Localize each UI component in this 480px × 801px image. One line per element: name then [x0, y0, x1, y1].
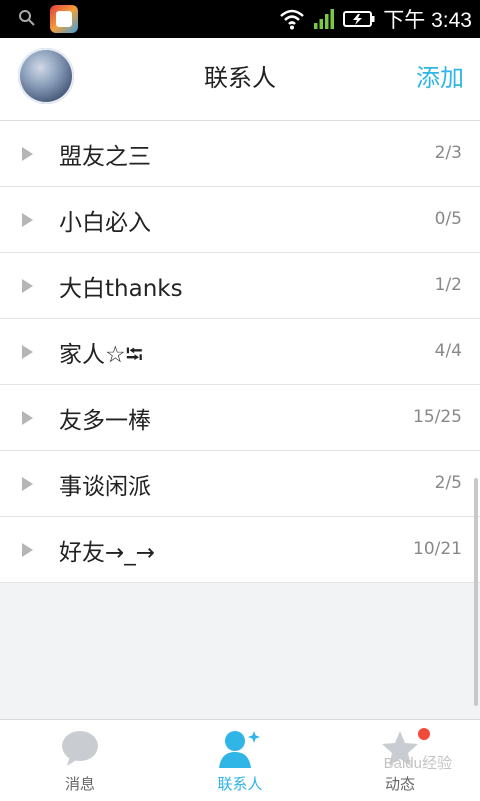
expand-arrow-icon [22, 345, 33, 359]
watermark: Baidu经验 [383, 755, 452, 772]
tab-label: 消息 [64, 775, 95, 793]
chat-bubble-icon [62, 731, 98, 766]
group-name: 家人☆⭾ [59, 342, 143, 368]
group-count: 10/21 [413, 539, 462, 559]
group-count: 2/5 [434, 473, 462, 493]
expand-arrow-icon [22, 279, 33, 293]
tab-label: 动态 [384, 775, 415, 793]
status-time: 下午 3:43 [383, 9, 472, 32]
expand-arrow-icon [22, 543, 33, 557]
group-name: 好友→_→ [59, 540, 156, 566]
group-name: 盟友之三 [59, 144, 151, 170]
expand-arrow-icon [22, 147, 33, 161]
group-count: 2/3 [434, 143, 462, 163]
group-name: 事谈闲派 [59, 474, 151, 500]
group-row[interactable]: 小白必入 0/5 [0, 187, 480, 253]
expand-arrow-icon [22, 477, 33, 491]
battery-icon [343, 11, 375, 27]
group-row[interactable]: 事谈闲派 2/5 [0, 451, 480, 517]
tab-label: 联系人 [217, 775, 263, 793]
page-title: 联系人 [204, 64, 276, 92]
wifi-icon [280, 9, 305, 30]
group-row[interactable]: 友多一棒 15/25 [0, 385, 480, 451]
group-name: 小白必入 [59, 210, 151, 236]
expand-arrow-icon [22, 213, 33, 227]
group-row[interactable]: 好友→_→ 10/21 [0, 517, 480, 583]
group-count: 4/4 [434, 341, 462, 361]
group-name: 友多一棒 [59, 408, 151, 434]
app-notification-icon [50, 5, 78, 33]
search-icon [19, 10, 35, 26]
group-row[interactable]: 盟友之三 2/3 [0, 121, 480, 187]
scrollbar[interactable] [474, 478, 478, 706]
group-name: 大白thanks [59, 276, 183, 302]
expand-arrow-icon [22, 411, 33, 425]
group-row[interactable]: 家人☆⭾ 4/4 [0, 319, 480, 385]
header: 联系人 添加 [0, 38, 480, 121]
group-count: 15/25 [413, 407, 462, 427]
tab-messages[interactable]: 消息 [0, 720, 160, 801]
add-button[interactable]: 添加 [416, 58, 464, 93]
signal-icon [314, 9, 335, 29]
group-list: 盟友之三 2/3 小白必入 0/5 大白thanks 1/2 家人☆⭾ 4/4 … [0, 121, 480, 583]
group-row[interactable]: 大白thanks 1/2 [0, 253, 480, 319]
status-bar: 下午 3:43 [0, 0, 480, 38]
group-count: 1/2 [434, 275, 462, 295]
contacts-icon [219, 731, 260, 768]
group-count: 0/5 [434, 209, 462, 229]
notification-badge [418, 728, 430, 740]
tab-contacts[interactable]: 联系人 [160, 720, 320, 801]
